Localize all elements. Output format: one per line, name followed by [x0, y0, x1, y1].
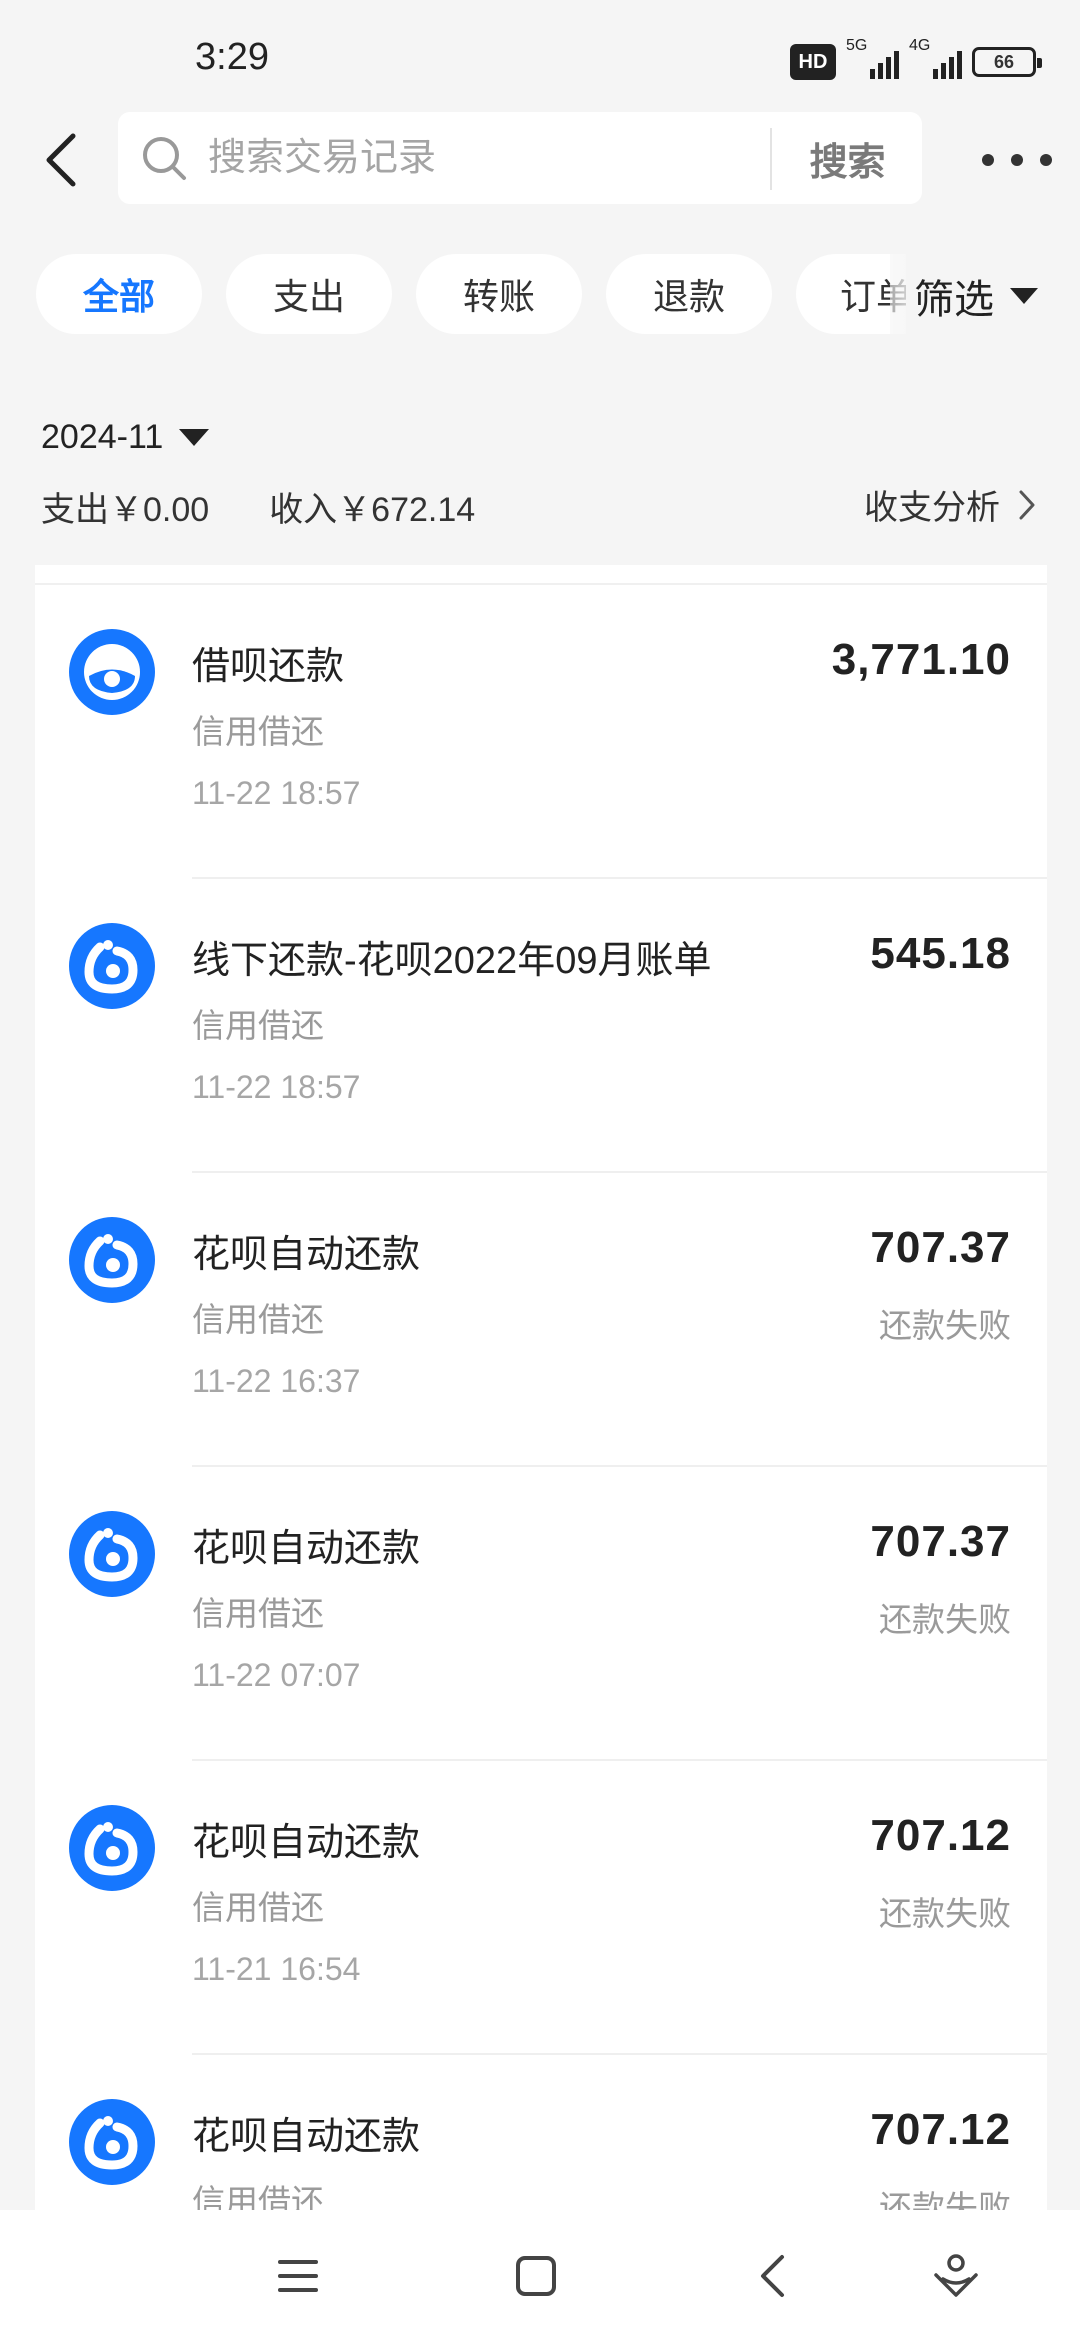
tab-all[interactable]: 全部	[36, 254, 202, 334]
transaction-title: 花呗自动还款	[192, 1234, 421, 1276]
status-time: 3:29	[195, 36, 269, 78]
system-nav-bar	[0, 2210, 1080, 2340]
month-dropdown-icon	[179, 429, 210, 446]
battery-icon: 66	[972, 47, 1042, 77]
transaction-list: 借呗还款 信用借还 11-22 18:57 3,771.10 线下还款-花呗20…	[35, 565, 1047, 2210]
transaction-category: 信用借还	[192, 713, 324, 750]
back-button[interactable]	[30, 128, 90, 192]
transaction-item[interactable]: 花呗自动还款 信用借还 707.12 还款失败	[35, 2055, 1047, 2210]
tab-expense[interactable]: 支出	[226, 254, 392, 334]
jiebei-icon	[69, 629, 155, 715]
analysis-link[interactable]: 收支分析	[864, 480, 1036, 529]
search-input[interactable]	[206, 126, 766, 190]
search-divider	[770, 128, 772, 190]
transaction-amount: 3,771.10	[831, 635, 1011, 684]
huabei-icon	[69, 1217, 155, 1303]
status-bar: 3:29 HD 5G 4G 66	[0, 0, 1080, 110]
filter-label: 筛选	[914, 278, 994, 322]
transaction-status: 还款失败	[879, 1601, 1011, 1638]
chevron-right-icon	[1019, 490, 1035, 519]
month-selector[interactable]: 2024-11	[41, 418, 210, 457]
filter-button[interactable]: 筛选	[890, 254, 1080, 338]
home-nav-icon[interactable]	[506, 2246, 566, 2306]
hd-icon: HD	[790, 44, 836, 80]
month-summary: 支出￥0.00 收入￥672.14	[41, 482, 475, 531]
tab-refund[interactable]: 退款	[606, 254, 772, 334]
transaction-category: 信用借还	[192, 1007, 324, 1044]
transaction-amount: 707.37	[870, 1223, 1011, 1272]
signal-4g-icon: 4G	[909, 37, 962, 79]
transaction-title: 花呗自动还款	[192, 1822, 421, 1864]
transaction-time: 11-22 16:37	[192, 1363, 361, 1399]
transaction-item[interactable]: 花呗自动还款 信用借还 11-21 16:54 707.12 还款失败	[35, 1761, 1047, 2055]
search-icon	[143, 137, 186, 180]
transaction-amount: 707.37	[870, 1517, 1011, 1566]
transaction-title: 借呗还款	[192, 646, 345, 688]
back-nav-icon[interactable]	[742, 2246, 802, 2306]
filter-dropdown-icon	[1010, 288, 1038, 304]
transaction-category: 信用借还	[192, 1595, 324, 1632]
filter-row: 全部 支出 转账 退款 订单 筛选	[0, 254, 1080, 338]
header: 搜索	[0, 110, 1080, 210]
menu-nav-icon[interactable]	[268, 2246, 328, 2306]
income-total: 收入￥672.14	[269, 491, 476, 529]
search-button[interactable]: 搜索	[773, 112, 922, 204]
transaction-item[interactable]: 线下还款-花呗2022年09月账单 信用借还 11-22 18:57 545.1…	[35, 879, 1047, 1173]
transaction-time: 11-22 18:57	[192, 1069, 361, 1105]
more-options-icon[interactable]	[982, 140, 1052, 180]
transaction-item[interactable]: 借呗还款 信用借还 11-22 18:57 3,771.10	[35, 585, 1047, 879]
signal-5g-icon: 5G	[846, 37, 899, 79]
transaction-title: 线下还款-花呗2022年09月账单	[192, 940, 712, 982]
transaction-amount: 545.18	[870, 929, 1011, 978]
back-arrow-icon	[46, 133, 76, 187]
huabei-icon	[69, 1511, 155, 1597]
transaction-category: 信用借还	[192, 1301, 324, 1338]
analysis-label: 收支分析	[864, 489, 1000, 527]
search-box[interactable]: 搜索	[118, 112, 922, 204]
expense-total: 支出￥0.00	[41, 491, 210, 529]
huabei-icon	[69, 923, 155, 1009]
transaction-time: 11-22 18:57	[192, 775, 361, 811]
transaction-category: 信用借还	[192, 2183, 324, 2210]
transaction-status: 还款失败	[879, 1307, 1011, 1344]
transaction-category: 信用借还	[192, 1889, 324, 1926]
transaction-title: 花呗自动还款	[192, 1528, 421, 1570]
transaction-item[interactable]: 花呗自动还款 信用借还 11-22 16:37 707.37 还款失败	[35, 1173, 1047, 1467]
huabei-icon	[69, 1805, 155, 1891]
transaction-item[interactable]: 花呗自动还款 信用借还 11-22 07:07 707.37 还款失败	[35, 1467, 1047, 1761]
huabei-icon	[69, 2099, 155, 2185]
transaction-status: 还款失败	[879, 2189, 1011, 2210]
transaction-amount: 707.12	[870, 2105, 1011, 2154]
transaction-time: 11-21 16:54	[192, 1951, 361, 1987]
status-icons: HD 5G 4G 66	[790, 37, 1042, 86]
transaction-time: 11-22 07:07	[192, 1657, 361, 1693]
transaction-status: 还款失败	[879, 1895, 1011, 1932]
filter-tabs: 全部 支出 转账 退款 订单	[36, 254, 906, 334]
transaction-amount: 707.12	[870, 1811, 1011, 1860]
month-label: 2024-11	[41, 418, 164, 456]
transaction-title: 花呗自动还款	[192, 2116, 421, 2158]
assistant-nav-icon[interactable]	[926, 2246, 986, 2306]
tab-transfer[interactable]: 转账	[416, 254, 582, 334]
